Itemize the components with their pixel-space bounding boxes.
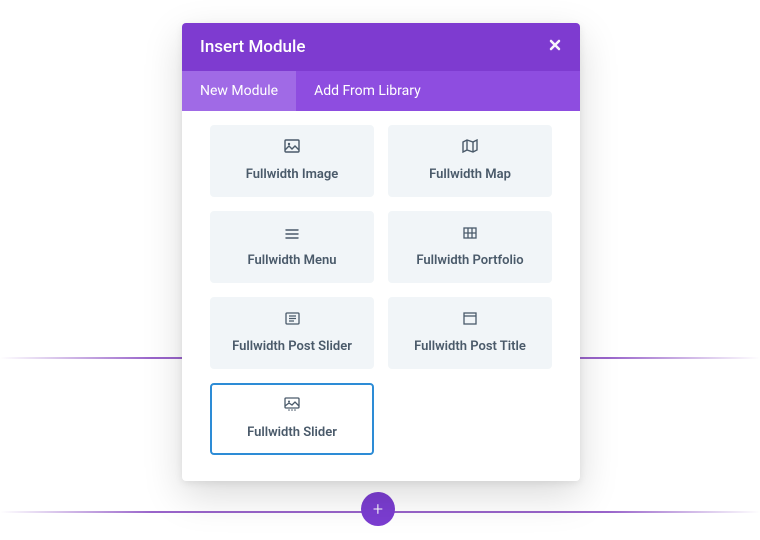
module-fullwidth-slider[interactable]: Fullwidth Slider xyxy=(210,383,374,455)
modal-title: Insert Module xyxy=(200,37,305,57)
module-label: Fullwidth Map xyxy=(429,167,511,182)
slider-icon xyxy=(284,396,300,415)
module-grid: Fullwidth Image Fullwidth Map Fullwidth … xyxy=(182,111,580,481)
tab-new-module[interactable]: New Module xyxy=(182,71,296,111)
add-row-button[interactable]: + xyxy=(361,492,395,526)
post-slider-icon xyxy=(285,310,300,329)
module-fullwidth-post-title[interactable]: Fullwidth Post Title xyxy=(388,297,552,369)
portfolio-icon xyxy=(463,224,477,243)
module-label: Fullwidth Menu xyxy=(247,253,336,268)
tab-bar: New Module Add From Library xyxy=(182,71,580,111)
module-fullwidth-image[interactable]: Fullwidth Image xyxy=(210,125,374,197)
module-fullwidth-menu[interactable]: Fullwidth Menu xyxy=(210,211,374,283)
module-label: Fullwidth Post Title xyxy=(414,339,526,354)
module-fullwidth-portfolio[interactable]: Fullwidth Portfolio xyxy=(388,211,552,283)
image-icon xyxy=(284,138,300,157)
module-label: Fullwidth Portfolio xyxy=(416,253,523,268)
module-fullwidth-map[interactable]: Fullwidth Map xyxy=(388,125,552,197)
module-label: Fullwidth Image xyxy=(246,167,339,182)
module-label: Fullwidth Slider xyxy=(247,425,337,440)
insert-module-modal: Insert Module New Module Add From Librar… xyxy=(182,23,580,481)
tab-add-from-library[interactable]: Add From Library xyxy=(296,71,439,111)
menu-icon xyxy=(285,224,299,243)
close-icon[interactable] xyxy=(548,38,562,56)
post-title-icon xyxy=(463,310,477,329)
module-label: Fullwidth Post Slider xyxy=(232,339,352,354)
map-icon xyxy=(462,138,478,157)
module-fullwidth-post-slider[interactable]: Fullwidth Post Slider xyxy=(210,297,374,369)
modal-header: Insert Module xyxy=(182,23,580,71)
